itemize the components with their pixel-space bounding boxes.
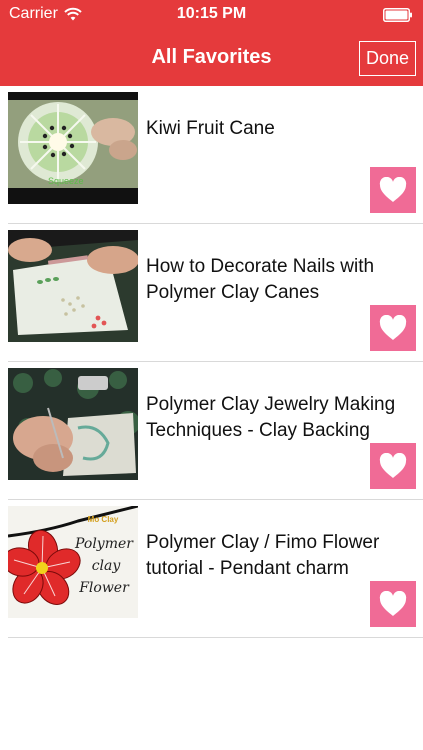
heart-icon [379, 177, 407, 202]
thumbnail-caption: Polymer [74, 536, 134, 552]
video-thumbnail[interactable] [8, 230, 138, 342]
video-title[interactable]: Polymer Clay / Fimo Flower tutorial - Pe… [146, 530, 416, 582]
thumbnail-caption: Mo Clay [88, 515, 119, 524]
video-thumbnail[interactable] [8, 368, 138, 480]
video-thumbnail[interactable]: Squeeze [8, 92, 138, 204]
favorite-button[interactable] [370, 443, 416, 489]
video-title[interactable]: Kiwi Fruit Cane [146, 116, 416, 142]
list-item[interactable]: Squeeze Kiwi Fruit Cane [8, 86, 423, 224]
video-title[interactable]: How to Decorate Nails with Polymer Clay … [146, 254, 416, 306]
done-button[interactable]: Done [359, 41, 416, 76]
heart-icon [379, 453, 407, 478]
thumbnail-caption: Flower [78, 580, 130, 596]
status-bar: Carrier 10:15 PM [0, 0, 423, 30]
nails-decoration-image [8, 230, 138, 342]
battery-icon [383, 8, 412, 22]
list-item[interactable]: Polymer Clay Jewelry Making Techniques -… [8, 362, 423, 500]
list-item[interactable]: Mo Clay Polymer clay Flower Polymer Clay… [8, 500, 423, 638]
favorites-list: Squeeze Kiwi Fruit Cane How to Decorate … [0, 86, 423, 638]
favorite-button[interactable] [370, 167, 416, 213]
jewelry-making-image [8, 368, 138, 480]
fimo-flower-image: Mo Clay Polymer clay Flower [8, 506, 138, 618]
heart-icon [379, 591, 407, 616]
thumbnail-caption: clay [92, 558, 122, 574]
kiwi-cane-image: Squeeze [8, 92, 138, 204]
navigation-bar: All Favorites Done [0, 30, 423, 86]
thumbnail-caption: Squeeze [48, 176, 84, 186]
favorite-button[interactable] [370, 581, 416, 627]
list-item[interactable]: How to Decorate Nails with Polymer Clay … [8, 224, 423, 362]
video-thumbnail[interactable]: Mo Clay Polymer clay Flower [8, 506, 138, 618]
video-title[interactable]: Polymer Clay Jewelry Making Techniques -… [146, 392, 416, 444]
heart-icon [379, 315, 407, 340]
favorite-button[interactable] [370, 305, 416, 351]
status-time: 10:15 PM [176, 5, 247, 22]
